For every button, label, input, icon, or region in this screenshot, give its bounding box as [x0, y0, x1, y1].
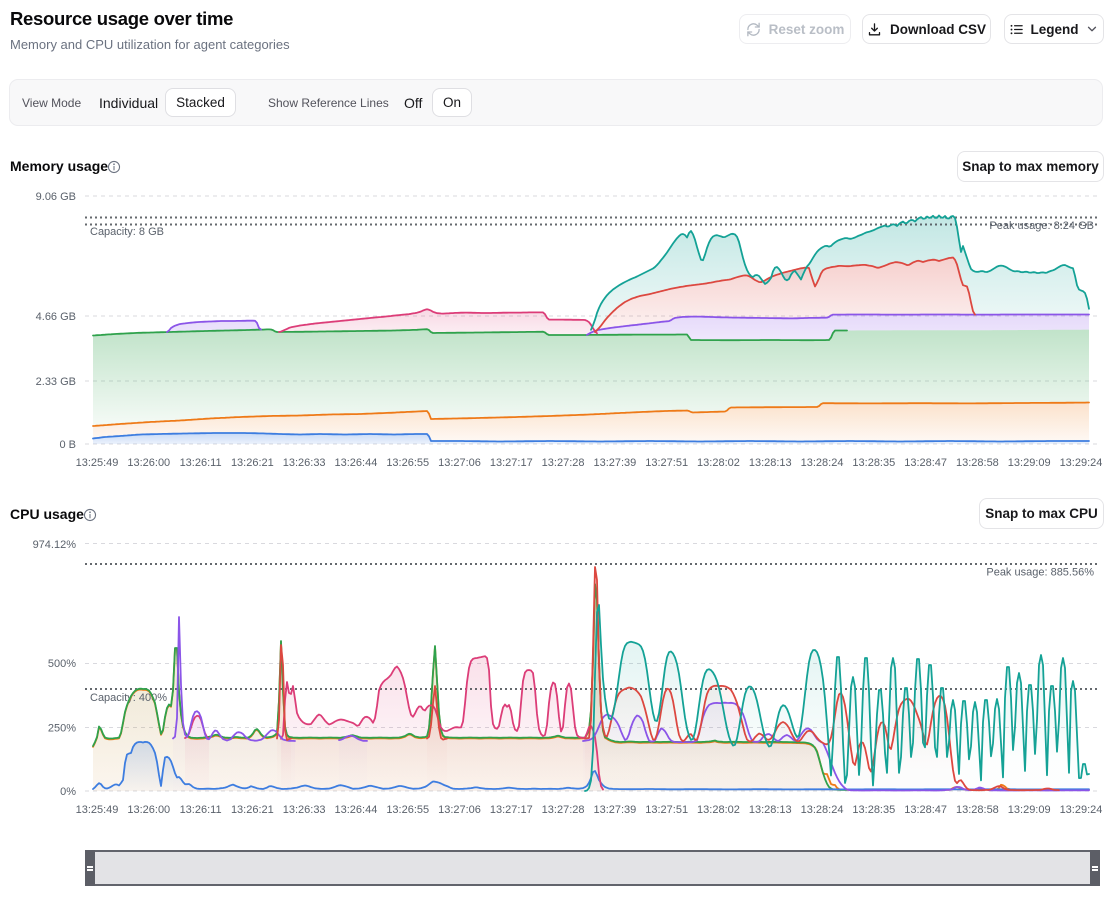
svg-text:13:26:55: 13:26:55: [386, 457, 429, 469]
svg-text:13:27:06: 13:27:06: [438, 804, 481, 816]
svg-text:13:27:39: 13:27:39: [593, 804, 636, 816]
svg-text:13:26:55: 13:26:55: [386, 804, 429, 816]
svg-text:13:27:51: 13:27:51: [645, 457, 688, 469]
svg-text:13:28:35: 13:28:35: [852, 457, 895, 469]
svg-text:13:28:02: 13:28:02: [697, 804, 740, 816]
svg-text:13:26:33: 13:26:33: [283, 457, 326, 469]
svg-text:13:29:09: 13:29:09: [1008, 457, 1051, 469]
svg-text:500%: 500%: [48, 658, 76, 670]
svg-text:13:26:00: 13:26:00: [127, 804, 170, 816]
svg-text:13:28:58: 13:28:58: [956, 804, 999, 816]
svg-text:13:28:47: 13:28:47: [904, 804, 947, 816]
svg-text:13:26:00: 13:26:00: [127, 457, 170, 469]
svg-text:13:27:28: 13:27:28: [542, 457, 585, 469]
svg-text:250%: 250%: [48, 723, 76, 735]
svg-text:13:25:49: 13:25:49: [76, 804, 119, 816]
svg-text:13:26:11: 13:26:11: [180, 804, 222, 816]
svg-text:974.12%: 974.12%: [33, 539, 77, 551]
svg-text:13:26:21: 13:26:21: [231, 804, 274, 816]
svg-text:13:28:58: 13:28:58: [956, 457, 999, 469]
svg-text:13:27:17: 13:27:17: [490, 457, 533, 469]
svg-text:Peak usage: 885.56%: Peak usage: 885.56%: [986, 567, 1094, 579]
svg-text:4.66 GB: 4.66 GB: [36, 311, 76, 323]
svg-text:13:28:35: 13:28:35: [852, 804, 895, 816]
svg-text:0%: 0%: [60, 786, 76, 798]
svg-text:13:27:28: 13:27:28: [542, 804, 585, 816]
svg-text:2.33 GB: 2.33 GB: [36, 376, 76, 388]
svg-text:13:28:02: 13:28:02: [697, 457, 740, 469]
svg-text:9.06 GB: 9.06 GB: [36, 191, 76, 203]
svg-text:13:25:49: 13:25:49: [76, 457, 119, 469]
svg-text:13:29:24: 13:29:24: [1060, 804, 1103, 816]
svg-text:Capacity: 8 GB: Capacity: 8 GB: [90, 226, 164, 238]
svg-text:13:28:13: 13:28:13: [749, 804, 792, 816]
svg-text:13:28:47: 13:28:47: [904, 457, 947, 469]
svg-text:13:29:24: 13:29:24: [1060, 457, 1103, 469]
svg-text:13:27:39: 13:27:39: [593, 457, 636, 469]
svg-text:13:28:13: 13:28:13: [749, 457, 792, 469]
svg-text:13:27:51: 13:27:51: [645, 804, 688, 816]
svg-text:13:26:44: 13:26:44: [335, 457, 378, 469]
svg-text:13:29:09: 13:29:09: [1008, 804, 1051, 816]
svg-text:13:26:11: 13:26:11: [180, 457, 222, 469]
svg-text:0 B: 0 B: [59, 439, 76, 451]
svg-text:13:27:06: 13:27:06: [438, 457, 481, 469]
svg-text:13:26:33: 13:26:33: [283, 804, 326, 816]
svg-text:13:28:24: 13:28:24: [801, 457, 844, 469]
svg-text:Peak usage: 8.24 GB: Peak usage: 8.24 GB: [989, 220, 1094, 232]
svg-text:13:28:24: 13:28:24: [801, 804, 844, 816]
svg-text:13:27:17: 13:27:17: [490, 804, 533, 816]
svg-text:13:26:44: 13:26:44: [335, 804, 378, 816]
svg-text:13:26:21: 13:26:21: [231, 457, 274, 469]
